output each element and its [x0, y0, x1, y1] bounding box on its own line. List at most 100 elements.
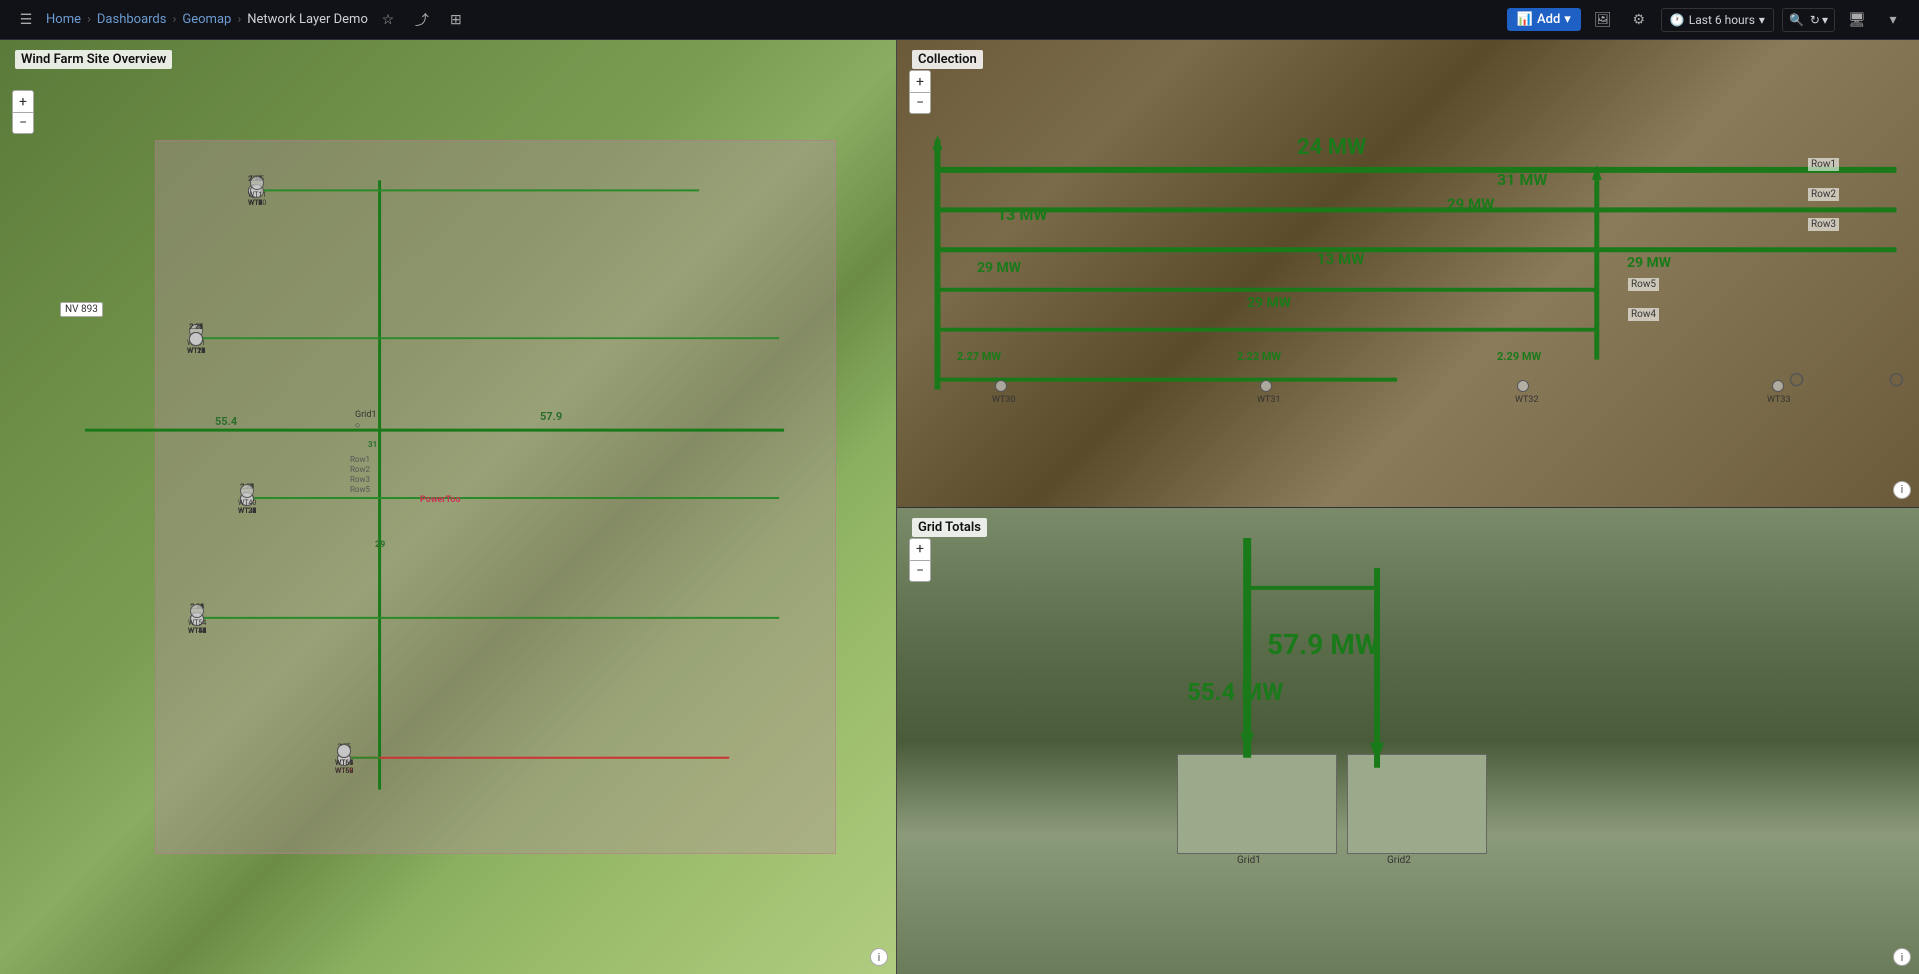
mw-29-row2-label: 29 MW [1447, 195, 1494, 213]
star-icon[interactable]: ☆ [374, 6, 402, 34]
collection-network-svg [897, 40, 1919, 507]
powertoo-label: PowerToo [420, 495, 461, 505]
add-button[interactable]: 📊 Add ▾ [1507, 8, 1581, 31]
wt33-label: WT33 [1767, 395, 1791, 405]
breadcrumb-home[interactable]: Home [46, 12, 81, 27]
grid-zoom-out[interactable]: − [909, 560, 931, 582]
row3-label-left: Row3 [350, 475, 370, 484]
hamburger-menu-icon[interactable]: ☰ [12, 6, 40, 34]
map-zoom-in-left[interactable]: + [12, 90, 34, 112]
mw-29-row5-label: 29 MW [1247, 295, 1291, 311]
row5-tag: Row5 [1628, 278, 1659, 291]
turbine-dot-wt30 [995, 380, 1007, 392]
t-wt54: WT54 [188, 603, 206, 627]
topbar-left: ☰ Home › Dashboards › Geomap › Network L… [12, 6, 1499, 34]
mw-579-grid: 57.9 MW [1267, 628, 1379, 661]
time-range-chevron: ▾ [1759, 13, 1765, 27]
mw-29-right-label: 29 MW [1627, 255, 1671, 271]
grid-zoom-in[interactable]: + [909, 538, 931, 560]
wind-farm-region [155, 140, 836, 854]
right-panels: Collection + − [897, 40, 1919, 974]
image-icon[interactable]: 🖼 [1589, 6, 1617, 34]
mw-29-row3-label: 29 MW [977, 260, 1021, 276]
breadcrumb-sep-3: › [237, 12, 241, 27]
mw-31-label: 31 [368, 440, 377, 449]
grid-point-label: Grid1○ [355, 410, 377, 431]
row5-label-left: Row5 [350, 485, 370, 494]
road-label: NV 893 [60, 302, 103, 317]
add-label: Add [1537, 12, 1560, 27]
mw-13-row4-label: 13 MW [1317, 250, 1364, 268]
collection-panel: Collection + − [897, 40, 1919, 508]
main-content: Wind Farm Site Overview + − NV 893 [0, 40, 1919, 974]
topbar: ☰ Home › Dashboards › Geomap › Network L… [0, 0, 1919, 40]
row2-label-left: Row2 [350, 465, 370, 474]
mw-554-left: 55.4 [215, 415, 237, 428]
row3-tag: Row3 [1808, 218, 1839, 231]
zoom-controls[interactable]: 🔍 ↻ ▾ [1782, 8, 1835, 32]
breadcrumb-sep-1: › [87, 12, 91, 27]
turbine-wt26: 2.31 WT26 [187, 323, 205, 355]
turbine-dot-wt33 [1772, 380, 1784, 392]
wt31-label: WT31 [1257, 395, 1281, 405]
breadcrumb-geomap[interactable]: Geomap [182, 12, 231, 27]
t-wt40: WT40 [238, 483, 256, 507]
grid-totals-title: Grid Totals [912, 518, 987, 537]
wind-farm-title: Wind Farm Site Overview [15, 50, 172, 69]
wt30-label: WT30 [992, 395, 1016, 405]
grid1-label-bottom: Grid1 [1237, 855, 1261, 866]
time-range-label: Last 6 hours [1689, 13, 1755, 27]
mw-24-label: 24 MW [1297, 135, 1366, 160]
mw-31-label: 31 MW [1497, 170, 1547, 189]
collection-title: Collection [912, 50, 983, 69]
row4-tag: Row4 [1628, 308, 1659, 321]
breadcrumb-dashboards[interactable]: Dashboards [97, 12, 167, 27]
wind-farm-map[interactable]: + − NV 893 [0, 40, 896, 974]
grid-totals-map[interactable]: Grid Totals + − [897, 508, 1919, 974]
grid-totals-svg [897, 508, 1919, 974]
turbine-wt11: WT11 [248, 175, 266, 199]
topbar-right: 📊 Add ▾ 🖼 ⚙ 🕐 Last 6 hours ▾ 🔍 ↻ ▾ 🖥 ▾ [1507, 6, 1907, 34]
mw-2-29-wt32: 2.29 MW [1497, 350, 1541, 363]
tv-chevron[interactable]: ▾ [1879, 6, 1907, 34]
breadcrumb-sep-2: › [172, 12, 176, 27]
mw-554-grid: 55.4 MW [1187, 678, 1283, 706]
row1-label-left: Row1 [350, 455, 370, 464]
info-icon-left[interactable]: i [870, 948, 888, 966]
mw-13-label: 13 MW [997, 205, 1047, 224]
share-icon[interactable]: ⤴ [408, 6, 436, 34]
grid2-label-bottom: Grid2 [1387, 855, 1411, 866]
mw-29-center: 29 [375, 540, 385, 550]
grid-totals-panel: Grid Totals + − [897, 508, 1919, 974]
collection-zoom-in[interactable]: + [909, 70, 931, 92]
turbine-dot-wt31 [1260, 380, 1272, 392]
info-icon-collection[interactable]: i [1893, 481, 1911, 499]
map-controls-left: + − [12, 90, 34, 134]
map-zoom-out-left[interactable]: − [12, 112, 34, 134]
time-range-selector[interactable]: 🕐 Last 6 hours ▾ [1661, 8, 1774, 32]
map-controls-grid: + − [909, 538, 931, 582]
wind-farm-panel: Wind Farm Site Overview + − NV 893 [0, 40, 897, 974]
add-chevron-icon: ▾ [1564, 12, 1571, 27]
refresh-icon[interactable]: ↻ [1810, 13, 1820, 27]
collection-map[interactable]: Collection + − [897, 40, 1919, 507]
mw-2-22-wt31: 2.22 MW [1237, 350, 1281, 363]
mw-2-27-wt30: 2.27 MW [957, 350, 1001, 363]
tv-icon[interactable]: 🖥 [1843, 6, 1871, 34]
map-controls-collection: + − [909, 70, 931, 114]
collection-zoom-out[interactable]: − [909, 92, 931, 114]
grid-icon[interactable]: ⊞ [442, 6, 470, 34]
mw-579-left: 57.9 [540, 410, 562, 423]
row2-tag: Row2 [1808, 188, 1839, 201]
wt32-label: WT32 [1515, 395, 1539, 405]
turbine-dot-wt32 [1517, 380, 1529, 392]
settings-icon[interactable]: ⚙ [1625, 6, 1653, 34]
row1-tag: Row1 [1808, 158, 1839, 171]
zoom-chevron: ▾ [1822, 13, 1828, 27]
info-icon-grid[interactable]: i [1893, 948, 1911, 966]
add-chart-icon: 📊 [1517, 12, 1533, 27]
t-wt65: WT65 [335, 743, 353, 767]
breadcrumb-current: Network Layer Demo [247, 12, 368, 27]
zoom-out-icon[interactable]: 🔍 [1789, 13, 1804, 27]
clock-icon: 🕐 [1670, 13, 1685, 27]
